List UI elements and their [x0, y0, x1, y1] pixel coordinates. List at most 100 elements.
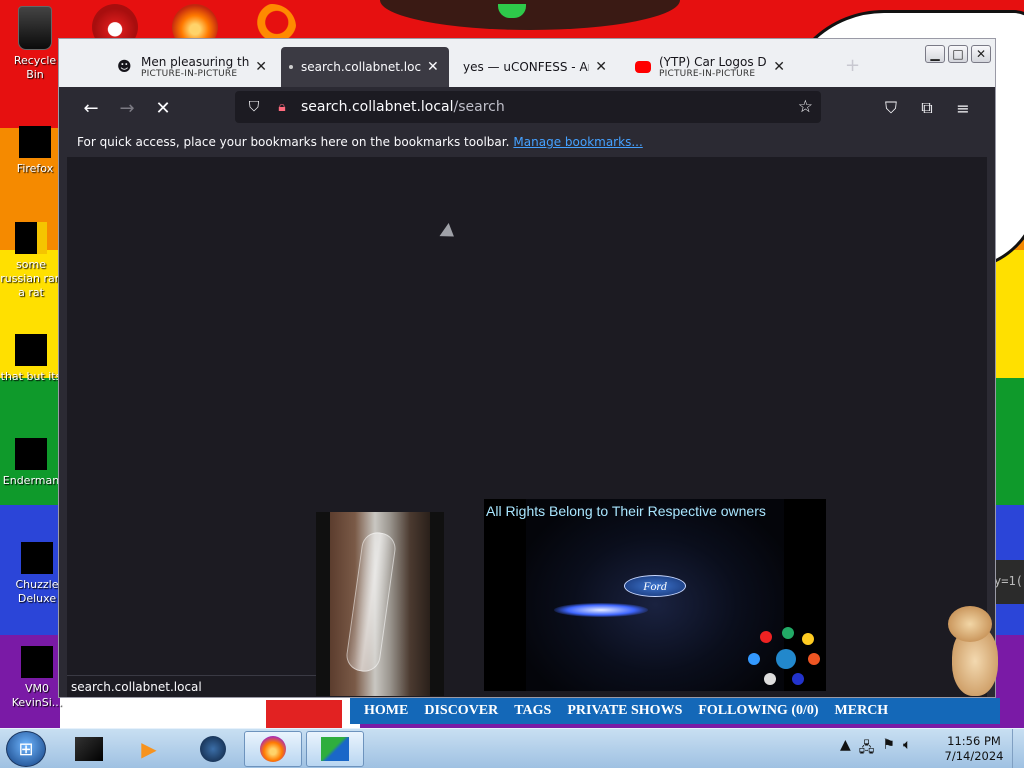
tab-title: Men pleasuring their [141, 55, 250, 69]
logo-dot [764, 673, 776, 685]
pip-youtube-window[interactable]: All Rights Belong to Their Respective ow… [484, 499, 826, 691]
system-tray: ▲ 🖧 ⚑ 🔈︎ [840, 737, 911, 761]
close-window-icon[interactable]: ✕ [971, 45, 991, 63]
wallpaper-strip [266, 700, 342, 728]
network-icon[interactable]: 🖧 [859, 737, 875, 761]
loading-dot-icon [289, 65, 293, 69]
light-flare [554, 603, 648, 617]
bookmark-star-icon[interactable]: ☆ [798, 97, 813, 117]
youtube-icon [635, 61, 651, 73]
taskbar-app-media[interactable]: ▶ [120, 731, 178, 767]
close-icon[interactable]: ✕ [255, 59, 267, 75]
logo-dot [748, 653, 760, 665]
manage-bookmarks-link[interactable]: Manage bookmarks... [513, 135, 642, 149]
nav-private-shows[interactable]: PRIVATE SHOWS [567, 703, 682, 719]
bookmarks-hint: For quick access, place your bookmarks h… [77, 135, 510, 149]
menu-hamburger-icon[interactable]: ≡ [951, 96, 975, 120]
file-icon [15, 222, 47, 254]
minimize-icon[interactable]: ▁ [925, 45, 945, 63]
new-tab-icon[interactable]: + [845, 55, 860, 76]
media-player-icon: ▶ [141, 737, 157, 761]
status-bar: search.collabnet.local [67, 675, 317, 697]
taskbar-app-download-manager[interactable] [306, 731, 364, 767]
tab-title: search.collabnet.local [301, 60, 421, 74]
desktop-icon-2016[interactable]: 2016 [164, 698, 226, 712]
clock-time: 11:56 PM [947, 734, 1001, 748]
tab-search-collabnet[interactable]: search.collabnet.local ✕ [281, 47, 449, 87]
tab-uconfess[interactable]: yes — uCONFESS - Anony ✕ [455, 47, 615, 87]
window-controls: ▁ □ ✕ [925, 45, 991, 63]
firefox-shortcut-icon [19, 126, 51, 158]
nav-home[interactable]: HOME [364, 703, 408, 719]
desktop-icon-label: Deluxe [97, 698, 137, 711]
logo-dot [782, 627, 794, 639]
desktop-icon-recycle-bin[interactable]: Recycle Bin [4, 6, 66, 82]
tab-subtitle: PICTURE-IN-PICTURE [141, 69, 238, 79]
desktop-icon-label: Firefox [16, 162, 54, 175]
mouse-cursor-icon [439, 223, 459, 243]
mask-icon: ☻ [117, 59, 132, 75]
cube-icon [75, 737, 103, 761]
desktop-icon-firefox[interactable]: Firefox [4, 126, 66, 176]
wallpaper-shape [380, 0, 680, 30]
taskbar-app-cube[interactable] [60, 731, 118, 767]
bookmarks-toolbar: For quick access, place your bookmarks h… [67, 129, 987, 157]
video-caption: All Rights Belong to Their Respective ow… [486, 503, 766, 519]
logo-dot [802, 633, 814, 645]
desktop-icon-label: Recycle Bin [13, 54, 57, 81]
taskbar: ⊞ ▶ ▲ 🖧 ⚑ 🔈︎ 11:56 PM 7/14/2024 [0, 728, 1024, 768]
pocket-icon[interactable]: ⛉ [879, 96, 903, 120]
recycle-bin-icon [18, 6, 52, 50]
nav-merch[interactable]: MERCH [835, 703, 889, 719]
insecure-lock-icon[interactable]: 🔒︎ [273, 98, 291, 116]
tab-title: yes — uCONFESS - Anony [463, 60, 589, 74]
close-icon[interactable]: ✕ [773, 59, 785, 75]
logo-dot [776, 649, 796, 669]
status-url: search.collabnet.local [71, 680, 202, 694]
extensions-icon[interactable]: ⧉ [915, 96, 939, 120]
tab-subtitle: PICTURE-IN-PICTURE [659, 69, 756, 79]
logo-circle [748, 627, 824, 687]
close-icon[interactable]: ✕ [595, 59, 607, 75]
url-domain: search.collabnet.local [301, 99, 454, 115]
shield-icon[interactable]: ⛉ [245, 98, 263, 116]
hamster-head [948, 606, 992, 642]
desktop-icon-enderman[interactable]: Enderman [0, 438, 62, 488]
globe-icon [200, 736, 226, 762]
action-center-icon[interactable]: ⚑ [882, 737, 895, 761]
tab-ytp-car-logos[interactable]: (YTP) Car Logos Do D PICTURE-IN-PICTURE … [627, 47, 793, 87]
show-desktop-button[interactable] [1012, 729, 1024, 768]
vm-icon [21, 646, 53, 678]
pip-video-window[interactable] [316, 512, 444, 696]
taskbar-app-globe[interactable] [184, 731, 242, 767]
tray-expand-icon[interactable]: ▲ [840, 737, 851, 761]
nav-following[interactable]: FOLLOWING (0/0) [698, 703, 818, 719]
clock-date: 7/14/2024 [944, 749, 1004, 763]
logo-dot [792, 673, 804, 685]
download-icon [321, 737, 349, 761]
nav-tags[interactable]: TAGS [514, 703, 551, 719]
hamster-desktop-pet[interactable] [944, 606, 1006, 698]
tab-strip: ☻ Men pleasuring their PICTURE-IN-PICTUR… [59, 39, 995, 87]
volume-icon[interactable]: 🔈︎ [903, 737, 911, 761]
maximize-icon[interactable]: □ [948, 45, 968, 63]
desktop-icon-some-russian[interactable]: some russian ran a rat [0, 222, 62, 300]
desktop-icon-label: some russian ran a rat [0, 258, 62, 299]
start-button[interactable]: ⊞ [6, 731, 46, 767]
desktop-icon-that-but-its[interactable]: that but its [0, 334, 62, 384]
url-text[interactable]: search.collabnet.local/search [301, 99, 505, 115]
taskbar-clock[interactable]: 11:56 PM 7/14/2024 [944, 734, 1004, 764]
back-arrow-icon[interactable]: ← [77, 95, 105, 121]
url-path: /search [453, 99, 505, 115]
forward-arrow-icon[interactable]: → [113, 95, 141, 121]
url-bar[interactable]: ⛉ 🔒︎ search.collabnet.local/search ☆ [235, 91, 821, 123]
logo-dot [808, 653, 820, 665]
tab-men-pleasuring[interactable]: ☻ Men pleasuring their PICTURE-IN-PICTUR… [109, 47, 275, 87]
nav-discover[interactable]: DISCOVER [424, 703, 498, 719]
taskbar-app-firefox[interactable] [244, 731, 302, 767]
desktop-icon-deluxe[interactable]: Deluxe [86, 698, 148, 712]
tab-title: (YTP) Car Logos Do D [659, 55, 767, 69]
close-icon[interactable]: ✕ [427, 59, 439, 75]
nav-toolbar: ← → ✕ ⛉ 🔒︎ search.collabnet.local/search… [67, 87, 987, 129]
stop-loading-icon[interactable]: ✕ [149, 95, 177, 121]
